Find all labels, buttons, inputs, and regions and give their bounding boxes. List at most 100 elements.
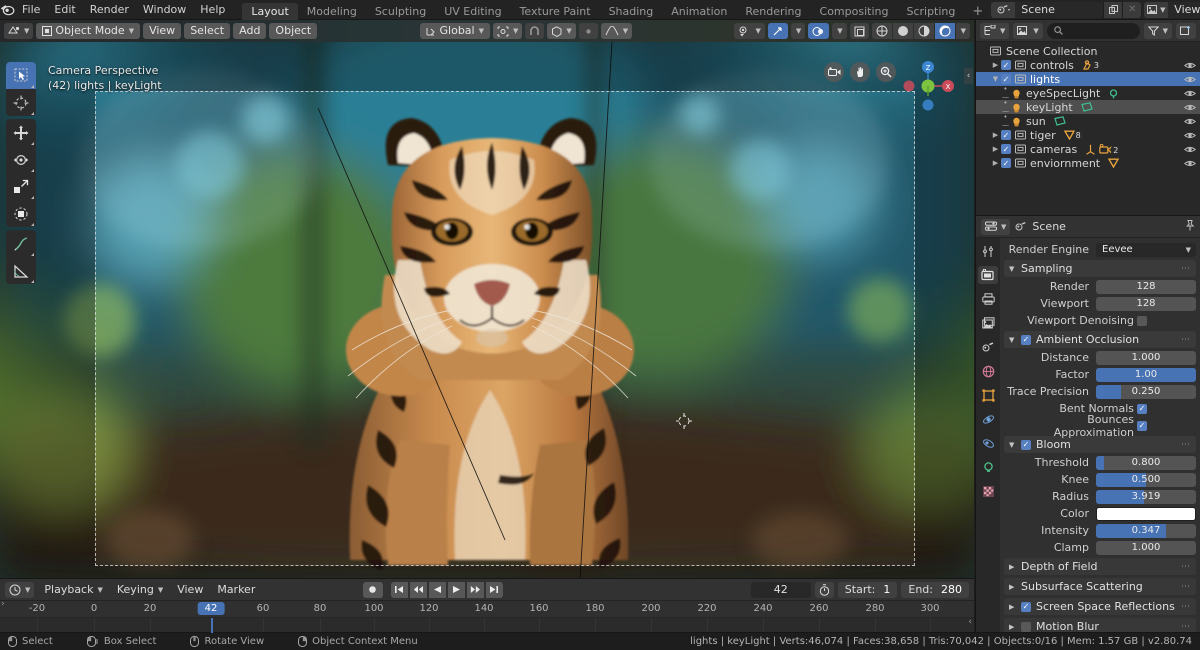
render-tab[interactable] (978, 266, 998, 284)
outliner-row-keylight[interactable]: •— keyLight (976, 99, 1200, 115)
chevron-right-icon[interactable]: ▶ (990, 159, 1001, 167)
xray-toggle[interactable] (849, 23, 869, 39)
scale-tool[interactable] (6, 173, 36, 200)
panel-header-sampling[interactable]: ▼ Sampling ⋯ (1004, 260, 1196, 277)
record-icon[interactable] (362, 581, 383, 598)
editor-type-timeline-icon[interactable]: ▼ (5, 581, 35, 598)
properties-editor[interactable]: ▼ Scene Render Engine Eevee ▼ ▼ Sampling… (975, 215, 1200, 633)
timeline-playhead[interactable]: 42 (197, 602, 225, 615)
modifiers-tab[interactable] (978, 410, 998, 428)
outliner-row-eyespeclight[interactable]: •— eyeSpecLight (976, 85, 1200, 101)
workspace-tab-animation[interactable]: Animation (662, 3, 736, 20)
outliner-row-controls[interactable]: ▶ ✓ controls 3 (976, 58, 1200, 72)
mesh-data-icon[interactable] (1108, 158, 1120, 168)
view-layer-tab[interactable] (978, 314, 998, 332)
viewport-menu-view[interactable]: View (143, 23, 182, 39)
visibility-selector[interactable]: ▼ (734, 23, 765, 39)
pin-icon[interactable] (1185, 219, 1195, 234)
panel-drag-dots-icon[interactable]: ⋯ (1181, 622, 1191, 632)
chevron-right-icon[interactable]: ▶ (990, 61, 1001, 69)
outliner-row-sun[interactable]: •— sun (976, 113, 1200, 129)
outliner-visibility-eye-icon[interactable] (1184, 103, 1196, 112)
sidebar-collapse-arrow-icon[interactable]: ‹ (964, 68, 973, 84)
proportional-falloff-selector[interactable]: ▼ (600, 23, 633, 39)
viewport-menu-add[interactable]: Add (233, 23, 267, 39)
frame-end-field[interactable]: End: 280 (901, 581, 969, 598)
outliner-display-mode-icon[interactable]: ▼ (980, 22, 1010, 39)
view-layer-selector[interactable]: ▼ View Layer ✕ (1144, 1, 1200, 18)
outliner-visibility-eye-icon[interactable] (1184, 131, 1196, 140)
properties-breadcrumb[interactable]: Scene (1015, 220, 1066, 233)
chevron-right-icon[interactable]: ▶ (1009, 583, 1016, 591)
world-tab[interactable] (978, 362, 998, 380)
pan-view-icon[interactable] (850, 62, 870, 82)
property-value-field[interactable]: 0.250 (1096, 384, 1196, 399)
panel-header-depth-of-field[interactable]: ▶ Depth of Field ⋯ (1004, 558, 1196, 575)
top-menu-help[interactable]: Help (193, 0, 232, 20)
zoom-view-icon[interactable] (876, 62, 896, 82)
current-frame-field[interactable]: 42 (750, 581, 811, 598)
panel-drag-dots-icon[interactable]: ⋯ (1181, 440, 1191, 450)
shading-options-chevron[interactable]: ▼ (955, 23, 970, 39)
transform-orientation-selector[interactable]: Global ▼ (419, 23, 490, 39)
jump-end-icon[interactable] (485, 581, 503, 598)
transform-tool[interactable] (6, 200, 36, 227)
outliner-exclude-checkbox[interactable]: ✓ (1001, 74, 1011, 84)
camera-view-icon[interactable] (824, 62, 844, 82)
outliner-visibility-eye-icon[interactable] (1184, 61, 1196, 70)
outliner-exclude-checkbox[interactable]: ✓ (1001, 144, 1011, 154)
chevron-right-icon[interactable]: ▶ (1009, 623, 1016, 631)
panel-header-subsurface-scattering[interactable]: ▶ Subsurface Scattering ⋯ (1004, 578, 1196, 595)
viewport-menu-object[interactable]: Object (269, 23, 318, 39)
scene-selector[interactable]: Scene ✕ (991, 1, 1142, 18)
annotate-tool[interactable] (6, 230, 36, 257)
filter-id-icon[interactable]: ▼ (1013, 22, 1043, 39)
panel-header-ambient-occlusion[interactable]: ▼ ✓ Ambient Occlusion ⋯ (1004, 331, 1196, 348)
outliner-row-tiger[interactable]: ▶ ✓ tiger 8 (976, 128, 1200, 142)
frame-start-field[interactable]: Start: 1 (837, 581, 898, 598)
view-layer-icon[interactable]: ▼ (1144, 1, 1169, 18)
property-color-swatch[interactable] (1096, 506, 1196, 521)
outliner-visibility-eye-icon[interactable] (1184, 75, 1196, 84)
property-checkbox[interactable]: ✓ (1137, 403, 1147, 414)
play-reverse-icon[interactable] (428, 581, 446, 598)
outliner-row-cameras[interactable]: ▶ ✓ cameras 2 (976, 142, 1200, 156)
property-value-field[interactable]: 0.500 (1096, 472, 1196, 487)
workspace-tab-modeling[interactable]: Modeling (298, 3, 366, 20)
timeline-sidebar-arrow-icon[interactable]: ‹ (968, 617, 972, 627)
timeline-editor[interactable]: ▼ Playback ▼ Keying ▼ View Marker 42 Start: 1… (0, 578, 974, 633)
editor-type-properties-icon[interactable]: ▼ (981, 218, 1011, 235)
chevron-right-icon[interactable]: ▶ (1009, 563, 1016, 571)
outliner-row-scene-collection[interactable]: Scene Collection (976, 44, 1200, 58)
property-value-field[interactable]: 1.000 (1096, 350, 1196, 365)
property-checkbox[interactable]: ✓ (1137, 420, 1147, 431)
top-menu-window[interactable]: Window (136, 0, 193, 20)
workspace-tab-scripting[interactable]: Scripting (897, 3, 964, 20)
panel-drag-dots-icon[interactable]: ⋯ (1181, 602, 1191, 612)
panel-header-bloom[interactable]: ▼ ✓ Bloom ⋯ (1004, 436, 1196, 453)
proportional-edit-icon[interactable] (578, 23, 598, 39)
view-layer-name[interactable]: View Layer (1168, 1, 1200, 18)
stopwatch-icon[interactable] (814, 581, 834, 598)
snap-target-selector[interactable]: ▼ (547, 23, 576, 39)
funnel-icon[interactable]: ▼ (1143, 22, 1172, 39)
add-workspace-button[interactable]: + (964, 3, 991, 20)
outliner-exclude-checkbox[interactable]: ✓ (1001, 130, 1011, 140)
tweak-select-tool[interactable] (6, 62, 36, 89)
overlays-options-chevron[interactable]: ▼ (832, 23, 847, 39)
outliner-exclude-checkbox[interactable]: ✓ (1001, 60, 1011, 70)
chevron-right-icon[interactable]: ▶ (990, 145, 1001, 153)
jump-start-icon[interactable] (390, 581, 408, 598)
object-tab[interactable] (978, 386, 998, 404)
particles-tab[interactable] (978, 434, 998, 452)
x-icon[interactable]: ✕ (1122, 1, 1142, 18)
top-menu-edit[interactable]: Edit (47, 0, 82, 20)
outliner-visibility-eye-icon[interactable] (1184, 159, 1196, 168)
object-mode-selector[interactable]: Object Mode ▼ (36, 23, 141, 39)
chevron-right-icon[interactable]: ▶ (990, 131, 1001, 139)
blender-logo-icon[interactable] (0, 0, 15, 20)
panel-header-motion-blur[interactable]: ▶ Motion Blur ⋯ (1004, 618, 1196, 633)
timeline-menu-marker[interactable]: Marker (211, 582, 261, 598)
overlays-toggle[interactable] (808, 23, 830, 39)
outliner-visibility-eye-icon[interactable] (1184, 89, 1196, 98)
